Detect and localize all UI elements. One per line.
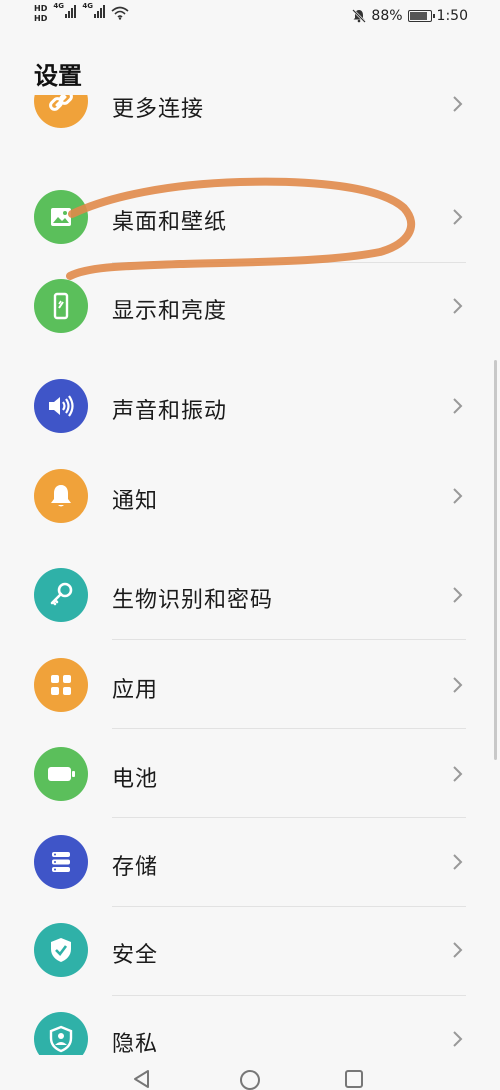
recents-square-icon[interactable] [344, 1069, 364, 1089]
status-right: 88% 1:50 [352, 8, 468, 24]
setting-row-security[interactable]: 安全 [0, 911, 500, 991]
settings-screen: HD HD 4G 4G 88% 1:50 设置 更多连接 桌面和壁纸 显示和亮度… [0, 0, 500, 1090]
setting-label: 生物识别和密码 [112, 588, 274, 613]
page-title: 设置 [34, 62, 82, 90]
status-left: HD HD 4G 4G [34, 2, 129, 24]
setting-row-wallpaper[interactable]: 桌面和壁纸 [0, 177, 500, 257]
chevron-right-icon [453, 96, 463, 112]
list-divider [112, 995, 466, 996]
signal-2-icon: 4G [82, 2, 106, 18]
setting-label: 更多连接 [112, 97, 205, 122]
navigation-bar [0, 1055, 500, 1090]
shield-check-icon [34, 923, 88, 977]
wifi-icon [111, 6, 129, 20]
chevron-right-icon [453, 1031, 463, 1047]
chevron-right-icon [453, 587, 463, 603]
battery-icon [34, 747, 88, 801]
setting-row-notifications[interactable]: 通知 [0, 456, 500, 536]
bell-icon [34, 469, 88, 523]
chevron-right-icon [453, 298, 463, 314]
list-divider [112, 639, 466, 640]
setting-label: 电池 [112, 767, 159, 792]
privacy-shield-icon [34, 1012, 88, 1055]
list-divider [112, 906, 466, 907]
hd-indicator: HD HD [34, 4, 47, 24]
chevron-right-icon [453, 488, 463, 504]
phone-brightness-icon [34, 279, 88, 333]
apps-grid-icon [34, 658, 88, 712]
network-type-2: 4G [82, 2, 93, 10]
chevron-right-icon [453, 942, 463, 958]
setting-label: 存储 [112, 855, 159, 880]
network-type-1: 4G [53, 2, 64, 10]
list-divider [112, 817, 466, 818]
home-circle-icon[interactable] [239, 1069, 261, 1090]
chevron-right-icon [453, 677, 463, 693]
storage-icon [34, 835, 88, 889]
signal-1-icon: 4G [53, 2, 77, 18]
wallpaper-icon [34, 190, 88, 244]
chevron-right-icon [453, 209, 463, 225]
setting-row-biometrics-password[interactable]: 生物识别和密码 [0, 556, 500, 636]
setting-label: 隐私 [112, 1032, 159, 1055]
setting-row-display-brightness[interactable]: 显示和亮度 [0, 265, 500, 345]
chevron-right-icon [453, 766, 463, 782]
status-bar: HD HD 4G 4G 88% 1:50 [0, 0, 500, 36]
list-divider [112, 728, 466, 729]
setting-label: 应用 [112, 678, 159, 703]
setting-label: 通知 [112, 489, 159, 514]
key-icon [34, 568, 88, 622]
setting-label: 安全 [112, 943, 159, 968]
battery-status-icon [407, 10, 435, 22]
setting-label: 声音和振动 [112, 399, 228, 424]
link-icon [34, 95, 88, 128]
setting-label: 桌面和壁纸 [112, 210, 228, 235]
setting-row-sound-vibration[interactable]: 声音和振动 [0, 366, 500, 446]
battery-percent: 88% [371, 8, 403, 24]
setting-row-battery[interactable]: 电池 [0, 733, 500, 813]
scrollbar[interactable] [494, 360, 497, 760]
hd-label-bottom: HD [34, 14, 48, 23]
setting-row-more-connections[interactable]: 更多连接 [0, 95, 500, 160]
speaker-icon [34, 379, 88, 433]
setting-label: 显示和亮度 [112, 299, 228, 324]
chevron-right-icon [453, 854, 463, 870]
clock: 1:50 [436, 8, 468, 24]
setting-row-storage[interactable]: 存储 [0, 822, 500, 902]
setting-row-privacy[interactable]: 隐私 [0, 1000, 500, 1055]
list-divider [112, 262, 466, 263]
back-triangle-icon[interactable] [132, 1069, 152, 1089]
hd-label-top: HD [34, 4, 48, 13]
chevron-right-icon [453, 398, 463, 414]
mute-bell-icon [352, 9, 367, 23]
settings-list: 更多连接 桌面和壁纸 显示和亮度 声音和振动 通知 生物识别和密码 应用 电池 … [0, 95, 500, 1055]
setting-row-apps[interactable]: 应用 [0, 645, 500, 725]
